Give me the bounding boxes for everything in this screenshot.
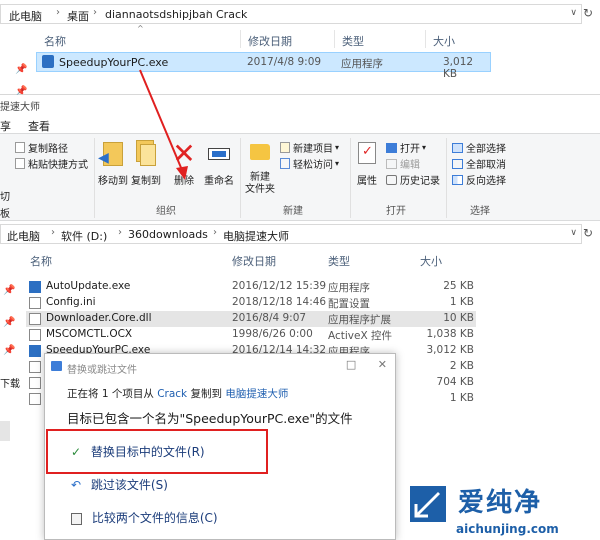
dialog-window-buttons: □ ✕ [346,358,387,371]
compare-files-icon [71,512,82,525]
watermark: 爱纯净 aichunjing.com [408,482,600,540]
copy-progress-text: 正在将 1 个项目从 Crack 复制到 电脑提速大师 [67,386,288,401]
conflict-message: 目标已包含一个名为"SpeedupYourPC.exe"的文件 [67,411,353,426]
skip-arrow-icon: ↶ [71,478,82,492]
skip-option-label: 跳过该文件(S) [90,478,168,492]
source-link[interactable]: Crack [157,388,187,400]
red-arrow-line [139,69,183,171]
copy-text-prefix: 正在将 1 个项目从 [67,388,154,400]
copy-text-mid: 复制到 [190,388,222,400]
maximize-icon[interactable]: □ [346,358,356,371]
copy-dialog-icon [51,361,62,371]
destination-link[interactable]: 电脑提速大师 [225,388,288,400]
watermark-url: aichunjing.com [456,522,559,536]
watermark-brand: 爱纯净 [458,488,543,518]
red-arrow-head [176,166,188,180]
watermark-logo-icon [410,486,446,522]
compare-option-label: 比较两个文件的信息(C) [91,511,218,525]
close-icon[interactable]: ✕ [378,358,387,371]
skip-option[interactable]: ↶ 跳过该文件(S) [71,476,168,493]
red-highlight-box [46,429,268,474]
compare-option[interactable]: 比较两个文件的信息(C) [71,509,218,526]
dialog-title: 替换或跳过文件 [67,365,137,376]
